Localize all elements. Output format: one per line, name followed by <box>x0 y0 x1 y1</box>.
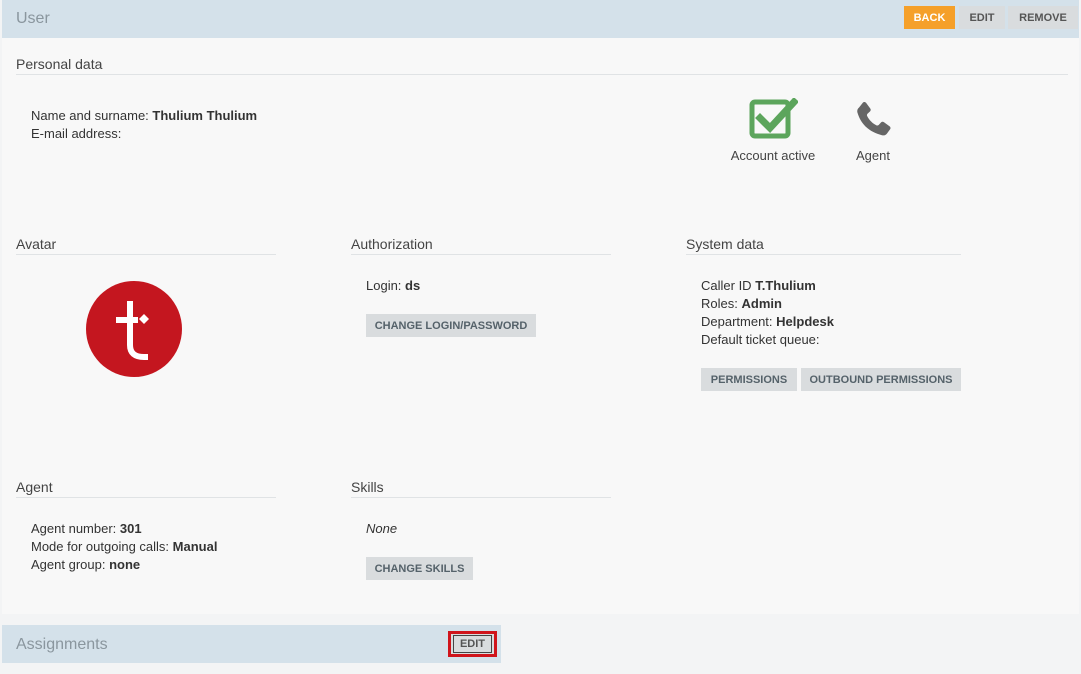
agent-title: Agent <box>16 479 276 498</box>
page-title: User <box>16 10 50 27</box>
skills-title: Skills <box>351 479 611 498</box>
account-active-label: Account active <box>730 148 816 163</box>
page-header: User BACK EDIT REMOVE <box>2 0 1079 38</box>
default-queue-line: Default ticket queue: <box>701 332 820 347</box>
assignments-edit-label: EDIT <box>452 635 493 653</box>
skills-value: None <box>366 521 398 536</box>
roles-value: Admin <box>741 296 782 311</box>
agent-group-line: Agent group: none <box>31 557 141 572</box>
system-data-title: System data <box>686 236 961 255</box>
assignments-title: Assignments <box>16 636 108 653</box>
user-details-panel: Personal data Name and surname: Thulium … <box>2 38 1079 614</box>
checkbox-checked-icon <box>749 98 798 139</box>
name-line: Name and surname: Thulium Thulium <box>31 108 258 123</box>
caller-id-line: Caller ID T.Thulium <box>701 278 816 293</box>
assignments-edit-button[interactable]: EDIT <box>448 631 497 657</box>
authorization-title: Authorization <box>351 236 611 255</box>
department-line: Department: Helpdesk <box>701 314 834 329</box>
assignments-header: Assignments EDIT <box>2 625 501 663</box>
roles-line: Roles: Admin <box>701 296 782 311</box>
agent-number-value: 301 <box>119 521 142 536</box>
outgoing-mode-value: Manual <box>172 539 218 554</box>
agent-status: Agent <box>842 98 904 163</box>
login-value: ds <box>405 278 421 293</box>
agent-status-label: Agent <box>856 148 890 163</box>
avatar <box>86 281 182 377</box>
personal-data-title: Personal data <box>16 56 1068 75</box>
outgoing-mode-line: Mode for outgoing calls: Manual <box>31 539 218 554</box>
email-line: E-mail address: <box>31 126 122 141</box>
outbound-permissions-button[interactable]: OUTBOUND PERMISSIONS <box>801 368 961 391</box>
edit-button[interactable]: EDIT <box>959 6 1005 29</box>
thulium-logo-icon <box>116 301 149 360</box>
permissions-button[interactable]: PERMISSIONS <box>701 368 797 391</box>
name-value: Thulium Thulium <box>152 108 258 123</box>
change-skills-button[interactable]: CHANGE SKILLS <box>366 557 473 580</box>
department-value: Helpdesk <box>776 314 834 329</box>
account-active-status: Account active <box>722 98 824 163</box>
change-login-password-button[interactable]: CHANGE LOGIN/PASSWORD <box>366 314 536 337</box>
avatar-title: Avatar <box>16 236 276 255</box>
agent-group-value: none <box>109 557 141 572</box>
phone-icon <box>857 101 891 136</box>
agent-number-line: Agent number: 301 <box>31 521 142 536</box>
login-line: Login: ds <box>366 278 421 293</box>
back-button[interactable]: BACK <box>904 6 955 29</box>
caller-id-value: T.Thulium <box>755 278 816 293</box>
remove-button[interactable]: REMOVE <box>1008 6 1078 29</box>
